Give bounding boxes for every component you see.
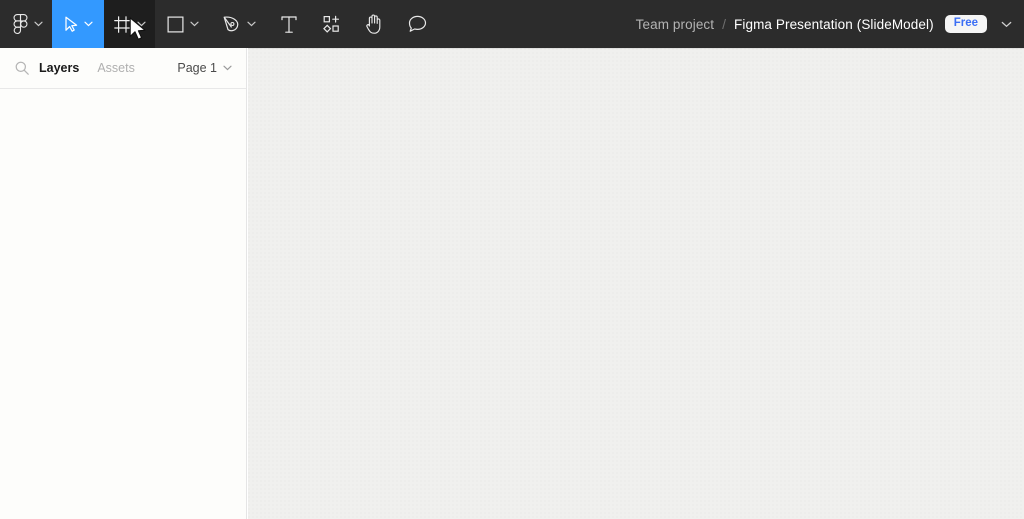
page-selector[interactable]: Page 1 — [177, 61, 232, 75]
hand-icon — [365, 14, 383, 34]
shape-tool-button[interactable] — [155, 0, 211, 48]
figma-logo-icon — [13, 13, 28, 35]
resources-button[interactable] — [311, 0, 353, 48]
breadcrumb-project-link[interactable]: Team project — [636, 17, 714, 32]
components-plus-icon — [323, 15, 341, 33]
figma-app-window: Team project / Figma Presentation (Slide… — [0, 0, 1024, 519]
tab-assets[interactable]: Assets — [97, 61, 135, 75]
layers-panel[interactable] — [0, 89, 246, 518]
breadcrumb-separator: / — [722, 16, 727, 32]
move-tool-button[interactable] — [52, 0, 104, 48]
chevron-down-icon — [136, 21, 146, 27]
tab-layers[interactable]: Layers — [39, 61, 79, 75]
chevron-down-icon[interactable] — [1001, 21, 1012, 28]
cursor-arrow-icon — [64, 16, 78, 33]
hand-tool-button[interactable] — [353, 0, 395, 48]
breadcrumb: Team project / Figma Presentation (Slide… — [636, 0, 1024, 48]
pen-tool-button[interactable] — [211, 0, 267, 48]
comment-bubble-icon — [408, 15, 427, 33]
text-tool-button[interactable] — [267, 0, 311, 48]
chevron-down-icon — [223, 65, 232, 71]
pen-icon — [222, 15, 241, 34]
main-menu-button[interactable] — [0, 0, 52, 48]
canvas-top-edge — [248, 48, 1024, 49]
search-icon[interactable] — [15, 61, 29, 75]
page-title[interactable]: Figma Presentation (SlideModel) — [734, 17, 934, 32]
rectangle-icon — [167, 16, 184, 33]
frame-icon — [113, 15, 131, 33]
text-icon — [281, 15, 297, 34]
comment-tool-button[interactable] — [395, 0, 439, 48]
top-toolbar: Team project / Figma Presentation (Slide… — [0, 0, 1024, 48]
chevron-down-icon — [190, 21, 199, 27]
left-sidebar: Layers Assets Page 1 — [0, 48, 247, 519]
chevron-down-icon — [247, 21, 256, 27]
sidebar-tab-bar: Layers Assets Page 1 — [0, 48, 246, 89]
design-canvas[interactable] — [248, 48, 1024, 519]
frame-tool-button[interactable] — [104, 0, 155, 48]
status-badge[interactable]: Free — [944, 14, 987, 34]
chevron-down-icon — [83, 21, 93, 27]
page-selector-label: Page 1 — [177, 61, 217, 75]
chevron-down-icon — [34, 21, 43, 27]
tool-group — [0, 0, 439, 48]
